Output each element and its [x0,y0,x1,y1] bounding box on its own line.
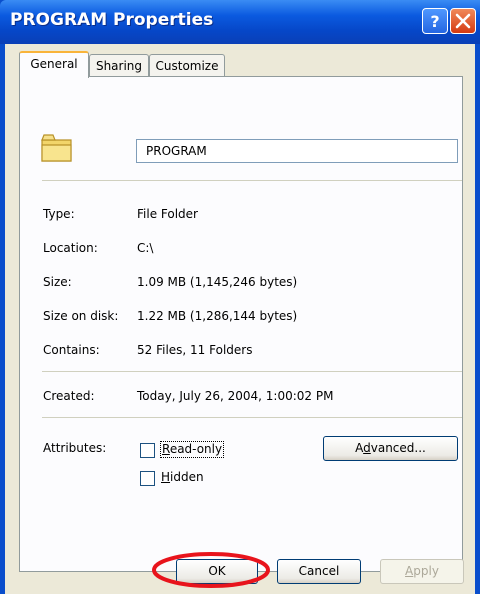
cancel-button[interactable]: Cancel [277,559,361,584]
annotation-circle [152,552,270,588]
size-on-disk-value: 1.22 MB (1,286,144 bytes) [137,309,298,323]
svg-text:?: ? [430,12,439,31]
help-button[interactable]: ? [422,8,448,34]
separator [42,417,462,418]
attributes-label: Attributes: [43,441,107,455]
tab-general[interactable]: General [19,51,89,78]
question-icon: ? [430,12,439,31]
general-panel: PROGRAM Type: File Folder Location: C:\ … [19,76,463,572]
separator [42,371,462,372]
folder-name-field[interactable]: PROGRAM [136,139,458,163]
folder-icon [41,134,72,162]
close-icon [455,13,471,29]
title-bar[interactable]: PROGRAM Properties ? [0,0,480,44]
separator [42,180,462,181]
location-value: C:\ [137,241,154,255]
properties-window: PROGRAM Properties ? General Sharing Cus… [0,0,480,594]
close-button[interactable] [450,8,476,34]
tab-sharing[interactable]: Sharing [89,54,149,76]
dialog-client: General Sharing Customize PROGRAM Type: … [5,44,475,594]
size-label: Size: [43,275,72,289]
created-value: Today, July 26, 2004, 1:00:02 PM [137,389,334,403]
type-value: File Folder [137,207,198,221]
type-label: Type: [43,207,75,221]
size-on-disk-label: Size on disk: [43,309,119,323]
readonly-checkbox[interactable] [140,443,155,458]
advanced-button[interactable]: Advanced... [323,436,458,461]
tab-customize[interactable]: Customize [149,54,225,76]
window-title: PROGRAM Properties [10,10,214,30]
hidden-checkbox[interactable] [140,471,155,486]
readonly-label[interactable]: Read-only [160,441,225,458]
apply-button[interactable]: Apply [380,559,464,584]
size-value: 1.09 MB (1,145,246 bytes) [137,275,298,289]
contains-label: Contains: [43,343,100,357]
location-label: Location: [43,241,98,255]
created-label: Created: [43,389,95,403]
hidden-label[interactable]: Hidden [161,470,204,484]
contains-value: 52 Files, 11 Folders [137,343,253,357]
